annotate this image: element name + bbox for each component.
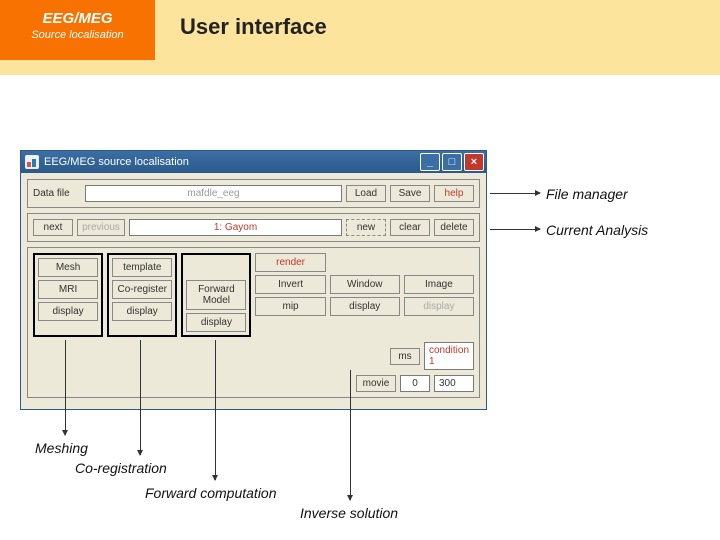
previous-button[interactable]: previous	[77, 219, 125, 236]
header-line2: Source localisation	[0, 29, 155, 41]
footer-row2: movie 0 300	[33, 375, 474, 392]
arrow-forward	[215, 340, 216, 480]
image-column: Image display	[404, 253, 474, 337]
image-display-button[interactable]: display	[404, 297, 474, 316]
save-button[interactable]: Save	[390, 185, 430, 202]
annot-current-analysis: Current Analysis	[546, 222, 648, 238]
page-title: User interface	[180, 14, 327, 40]
annot-file-manager: File manager	[546, 186, 628, 202]
mesh-display-button[interactable]: display	[38, 302, 98, 321]
condition-input[interactable]: condition 1	[424, 342, 474, 370]
header-line1: EEG/MEG	[0, 10, 155, 27]
arrow-inverse	[350, 370, 351, 500]
movie-button[interactable]: movie	[356, 375, 396, 392]
annot-coreg: Co-registration	[75, 460, 167, 476]
annot-meshing: Meshing	[35, 440, 88, 456]
image-button[interactable]: Image	[404, 275, 474, 294]
invert-column: render Invert mip	[255, 253, 325, 337]
footer-row1: ms condition 1	[33, 342, 474, 370]
forward-model-button[interactable]: Forward Model	[186, 280, 246, 310]
close-button[interactable]: ×	[464, 153, 484, 171]
app-body: Data file mafdle_eeg Load Save help next…	[21, 173, 486, 409]
value-input[interactable]: 300	[434, 375, 474, 392]
file-manager-group: Data file mafdle_eeg Load Save help	[27, 179, 480, 208]
window-column: Window display	[330, 253, 400, 337]
help-button[interactable]: help	[434, 185, 474, 202]
template-button[interactable]: template	[112, 258, 172, 277]
app-icon	[25, 155, 39, 169]
top-banner: EEG/MEG Source localisation User interfa…	[0, 0, 720, 75]
arrow-coreg	[140, 340, 141, 455]
mip-button[interactable]: mip	[255, 297, 325, 316]
delete-button[interactable]: delete	[434, 219, 474, 236]
forward-column: . Forward Model display	[181, 253, 251, 337]
window-title: EEG/MEG source localisation	[44, 156, 420, 168]
data-file-label: Data file	[33, 188, 81, 199]
arrow-file	[490, 193, 540, 194]
mesh-column: Mesh MRI display	[33, 253, 103, 337]
pipeline-group: Mesh MRI display template Co-register di…	[27, 247, 480, 398]
spacer	[330, 253, 400, 275]
analysis-group: next previous 1: Gayom new clear delete	[27, 213, 480, 242]
coreg-column: template Co-register display	[107, 253, 177, 337]
invert-button[interactable]: Invert	[255, 275, 325, 294]
annot-forward: Forward computation	[145, 485, 277, 501]
load-button[interactable]: Load	[346, 185, 386, 202]
spacer	[404, 253, 474, 275]
mri-button[interactable]: MRI	[38, 280, 98, 299]
window-display-button[interactable]: display	[330, 297, 400, 316]
maximize-button[interactable]: □	[442, 153, 462, 171]
zero-input[interactable]: 0	[400, 375, 430, 392]
coregister-button[interactable]: Co-register	[112, 280, 172, 299]
app-window: EEG/MEG source localisation _ □ × Data f…	[20, 150, 487, 410]
new-button[interactable]: new	[346, 219, 386, 236]
clear-button[interactable]: clear	[390, 219, 430, 236]
header-box: EEG/MEG Source localisation	[0, 0, 155, 60]
title-bar[interactable]: EEG/MEG source localisation _ □ ×	[21, 151, 486, 173]
window-button[interactable]: Window	[330, 275, 400, 294]
render-button[interactable]: render	[255, 253, 325, 272]
arrow-analysis	[490, 229, 540, 230]
analysis-name-input[interactable]: 1: Gayom	[129, 219, 342, 236]
data-file-input[interactable]: mafdle_eeg	[85, 185, 342, 202]
minimize-button[interactable]: _	[420, 153, 440, 171]
arrow-meshing	[65, 340, 66, 435]
coreg-display-button[interactable]: display	[112, 302, 172, 321]
annot-inverse: Inverse solution	[300, 505, 398, 521]
forward-display-button[interactable]: display	[186, 313, 246, 332]
ms-button[interactable]: ms	[390, 348, 420, 365]
next-button[interactable]: next	[33, 219, 73, 236]
mesh-button[interactable]: Mesh	[38, 258, 98, 277]
